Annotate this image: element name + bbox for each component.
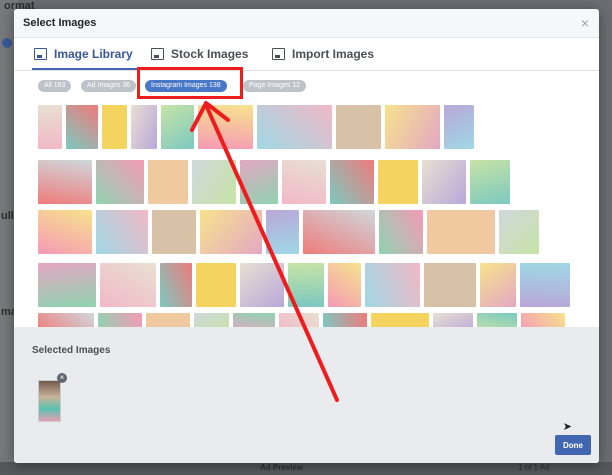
annotation-arrow [190,101,339,402]
